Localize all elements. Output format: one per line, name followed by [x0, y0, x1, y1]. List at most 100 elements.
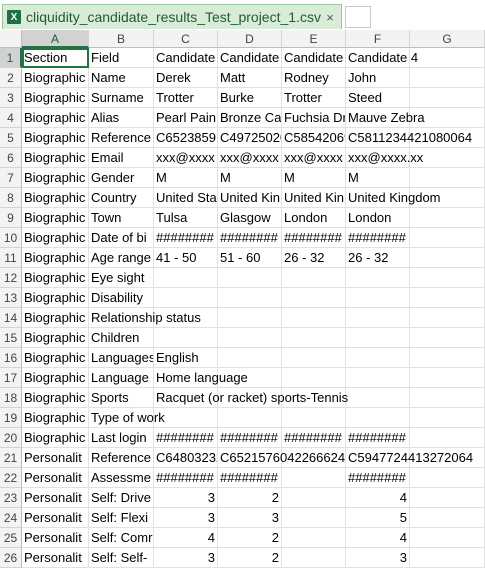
cell-a9[interactable]: Biographic [22, 208, 89, 228]
cell-g20[interactable] [410, 428, 485, 448]
cell-b14[interactable]: Relationship status [89, 308, 201, 328]
cell-f26[interactable]: 3 [346, 548, 410, 568]
cell-d16[interactable] [218, 348, 282, 368]
cell-c24[interactable]: 3 [154, 508, 218, 528]
cell-g19[interactable] [410, 408, 485, 428]
cell-f11[interactable]: 26 - 32 [346, 248, 410, 268]
cell-g18[interactable] [410, 388, 485, 408]
column-header-g[interactable]: G [410, 30, 485, 48]
row-header[interactable]: 3 [0, 88, 22, 108]
cell-e9[interactable]: London [282, 208, 346, 228]
cell-a3[interactable]: Biographic [22, 88, 89, 108]
cell-g24[interactable] [410, 508, 485, 528]
cell-c13[interactable] [154, 288, 218, 308]
cell-d13[interactable] [218, 288, 282, 308]
cell-f15[interactable] [346, 328, 410, 348]
cell-b21[interactable]: Reference [89, 448, 154, 468]
cell-g3[interactable] [410, 88, 485, 108]
cell-d4[interactable]: Bronze Ca [218, 108, 282, 128]
cell-e24[interactable] [282, 508, 346, 528]
cell-f4[interactable]: Mauve Zebra [346, 108, 425, 128]
cell-f24[interactable]: 5 [346, 508, 410, 528]
cell-b6[interactable]: Email [89, 148, 154, 168]
row-header[interactable]: 20 [0, 428, 22, 448]
cell-c2[interactable]: Derek [154, 68, 218, 88]
cell-e26[interactable] [282, 548, 346, 568]
cell-f17[interactable] [346, 368, 410, 388]
cell-a10[interactable]: Biographic [22, 228, 89, 248]
row-header[interactable]: 13 [0, 288, 22, 308]
row-header[interactable]: 26 [0, 548, 22, 568]
cell-g17[interactable] [410, 368, 485, 388]
column-header-a[interactable]: A [22, 30, 89, 48]
cell-d12[interactable] [218, 268, 282, 288]
row-header[interactable]: 16 [0, 348, 22, 368]
row-header[interactable]: 2 [0, 68, 22, 88]
cell-a20[interactable]: Biographic [22, 428, 89, 448]
cell-c15[interactable] [154, 328, 218, 348]
cell-b1[interactable]: Field [89, 48, 154, 68]
cell-d11[interactable]: 51 - 60 [218, 248, 282, 268]
cell-d23[interactable]: 2 [218, 488, 282, 508]
cell-f10[interactable]: ######## [346, 228, 410, 248]
cell-c3[interactable]: Trotter [154, 88, 218, 108]
cell-b7[interactable]: Gender [89, 168, 154, 188]
cell-f18[interactable] [346, 388, 410, 408]
cell-f16[interactable] [346, 348, 410, 368]
cell-b11[interactable]: Age range [89, 248, 154, 268]
cell-b15[interactable]: Children [89, 328, 154, 348]
row-header[interactable]: 12 [0, 268, 22, 288]
cell-c26[interactable]: 3 [154, 548, 218, 568]
cell-c1[interactable]: Candidate [154, 48, 218, 68]
cell-c8[interactable]: United Sta [154, 188, 218, 208]
column-header-e[interactable]: E [282, 30, 346, 48]
cell-c10[interactable]: ######## [154, 228, 218, 248]
row-header[interactable]: 4 [0, 108, 22, 128]
cell-a21[interactable]: Personalit [22, 448, 89, 468]
cell-a11[interactable]: Biographic [22, 248, 89, 268]
cell-c25[interactable]: 4 [154, 528, 218, 548]
cell-a26[interactable]: Personalit [22, 548, 89, 568]
row-header[interactable]: 19 [0, 408, 22, 428]
cell-f2[interactable]: John [346, 68, 410, 88]
cell-a8[interactable]: Biographic [22, 188, 89, 208]
cell-f20[interactable]: ######## [346, 428, 410, 448]
cell-g14[interactable] [410, 308, 485, 328]
cell-b20[interactable]: Last login [89, 428, 154, 448]
cell-d1[interactable]: Candidate [218, 48, 282, 68]
cell-e4[interactable]: Fuchsia Dr [282, 108, 346, 128]
cell-g10[interactable] [410, 228, 485, 248]
cell-b4[interactable]: Alias [89, 108, 154, 128]
cell-a16[interactable]: Biographic [22, 348, 89, 368]
cell-c23[interactable]: 3 [154, 488, 218, 508]
cell-d25[interactable]: 2 [218, 528, 282, 548]
cell-f12[interactable] [346, 268, 410, 288]
cell-f19[interactable] [346, 408, 410, 428]
cell-a24[interactable]: Personalit [22, 508, 89, 528]
cell-f3[interactable]: Steed [346, 88, 410, 108]
cell-f22[interactable]: ######## [346, 468, 410, 488]
cell-g12[interactable] [410, 268, 485, 288]
cell-a17[interactable]: Biographic [22, 368, 89, 388]
close-icon[interactable]: × [323, 10, 337, 25]
new-tab-button[interactable] [345, 6, 371, 28]
cell-e1[interactable]: Candidate [282, 48, 346, 68]
row-header[interactable]: 18 [0, 388, 22, 408]
cell-a7[interactable]: Biographic [22, 168, 89, 188]
row-header[interactable]: 17 [0, 368, 22, 388]
cell-e12[interactable] [282, 268, 346, 288]
cell-a15[interactable]: Biographic [22, 328, 89, 348]
row-header[interactable]: 6 [0, 148, 22, 168]
cell-c5[interactable]: C65238591 [154, 128, 218, 148]
cell-b9[interactable]: Town [89, 208, 154, 228]
cell-e13[interactable] [282, 288, 346, 308]
cell-d9[interactable]: Glasgow [218, 208, 282, 228]
cell-b2[interactable]: Name [89, 68, 154, 88]
column-header-b[interactable]: B [89, 30, 154, 48]
cell-e5[interactable]: C58542069 [282, 128, 346, 148]
cell-e14[interactable] [282, 308, 346, 328]
row-header[interactable]: 21 [0, 448, 22, 468]
cell-g25[interactable] [410, 528, 485, 548]
row-header[interactable]: 11 [0, 248, 22, 268]
cell-g22[interactable] [410, 468, 485, 488]
